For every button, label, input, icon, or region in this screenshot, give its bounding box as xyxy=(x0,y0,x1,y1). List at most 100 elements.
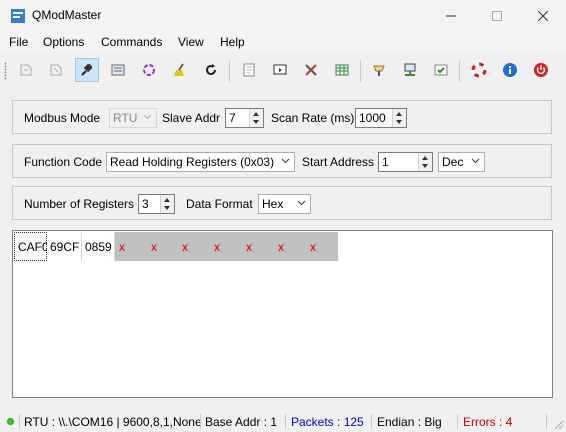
chevron-down-icon xyxy=(281,158,290,164)
data-format-value: Hex xyxy=(262,197,284,211)
function-code-select[interactable]: Read Holding Registers (0x03) xyxy=(106,152,295,172)
window-title: QModMaster xyxy=(32,8,102,22)
empty-register-cell[interactable]: x xyxy=(178,232,210,261)
empty-register-cell[interactable]: x xyxy=(306,232,338,261)
status-separator xyxy=(546,414,547,429)
status-separator xyxy=(457,414,458,429)
data-format-select[interactable]: Hex xyxy=(258,194,311,214)
exit-button[interactable] xyxy=(529,58,553,82)
close-button[interactable] xyxy=(520,0,566,32)
connection-settings-group: Modbus Mode RTU Slave Addr 7 Scan Rate (… xyxy=(12,100,552,134)
chevron-down-icon xyxy=(143,114,152,120)
close-icon xyxy=(538,11,548,21)
status-separator xyxy=(19,414,20,429)
clear-broom-icon xyxy=(174,63,184,76)
connect-icon xyxy=(20,64,32,76)
data-settings-group: Number of Registers 3 Data Format Hex xyxy=(12,186,552,220)
empty-register-cell[interactable]: x xyxy=(274,232,306,261)
function-settings-group: Function Code Read Holding Registers (0x… xyxy=(12,144,552,178)
serial-settings-button[interactable] xyxy=(367,58,391,82)
log-icon xyxy=(243,63,255,77)
log-button[interactable] xyxy=(237,58,261,82)
disconnect-button[interactable] xyxy=(44,58,68,82)
address-format-select[interactable]: Dec xyxy=(438,152,485,172)
slave-addr-spinbox[interactable]: 7 xyxy=(225,108,264,128)
minimize-button[interactable] xyxy=(428,0,474,32)
help-button[interactable] xyxy=(467,58,491,82)
tcp-settings-button[interactable] xyxy=(398,58,422,82)
modbus-mode-value: RTU xyxy=(113,111,138,125)
toolbar-separator xyxy=(459,60,460,82)
status-connection: RTU : \\.\COM16 | 9600,8,1,None xyxy=(24,415,202,429)
status-base-addr: Base Addr : 1 xyxy=(205,415,278,429)
tcp-settings-icon xyxy=(404,63,416,76)
plug-button[interactable] xyxy=(75,58,99,82)
maximize-button[interactable] xyxy=(474,0,520,32)
chevron-down-icon xyxy=(471,158,480,164)
spin-buttons[interactable] xyxy=(418,153,432,171)
settings-icon xyxy=(305,64,317,76)
check-icon xyxy=(434,64,448,76)
register-cell[interactable]: CAF0 xyxy=(14,232,49,261)
check-button[interactable] xyxy=(429,58,453,82)
empty-register-cell[interactable]: x xyxy=(210,232,242,261)
status-errors: Errors : 4 xyxy=(463,415,513,429)
maximize-icon xyxy=(492,11,502,21)
empty-register-cell[interactable]: x xyxy=(147,232,178,261)
scan-rate-spinbox[interactable]: 1000 xyxy=(355,108,407,128)
start-address-label: Start Address xyxy=(302,155,375,169)
tools-button[interactable] xyxy=(268,58,292,82)
status-separator xyxy=(285,414,286,429)
start-address-spinbox[interactable]: 1 xyxy=(378,152,433,172)
clear-button[interactable] xyxy=(168,58,192,82)
chevron-down-icon xyxy=(297,200,306,206)
menu-commands[interactable]: Commands xyxy=(101,35,162,49)
toolbar-grip[interactable] xyxy=(4,62,7,80)
disconnect-icon xyxy=(50,64,62,76)
minimize-icon xyxy=(446,15,456,17)
register-cell[interactable]: 0859 xyxy=(82,232,115,261)
about-button[interactable] xyxy=(498,58,522,82)
status-bar: RTU : \\.\COM16 | 9600,8,1,None Base Add… xyxy=(0,410,566,432)
spin-buttons[interactable] xyxy=(160,195,174,213)
menu-view[interactable]: View xyxy=(178,35,204,49)
menu-options[interactable]: Options xyxy=(43,35,84,49)
settings-button[interactable] xyxy=(299,58,323,82)
slave-addr-label: Slave Addr xyxy=(162,111,221,125)
num-registers-spinbox[interactable]: 3 xyxy=(138,194,175,214)
num-registers-value: 3 xyxy=(142,197,149,211)
slave-addr-value: 7 xyxy=(229,111,236,125)
modbus-mode-label: Modbus Mode xyxy=(24,111,101,125)
plug-icon xyxy=(81,63,93,76)
start-address-value: 1 xyxy=(382,155,389,169)
resize-grip-icon[interactable] xyxy=(554,420,564,430)
loop-button[interactable] xyxy=(137,58,161,82)
tools-icon xyxy=(273,64,287,75)
status-packets: Packets : 125 xyxy=(291,415,364,429)
title-bar: QModMaster xyxy=(0,0,566,32)
table-icon xyxy=(335,64,349,76)
about-info-icon xyxy=(503,63,517,77)
reset-icon xyxy=(206,64,216,75)
bus-monitor-icon xyxy=(111,64,125,76)
spin-buttons[interactable] xyxy=(249,109,263,127)
toolbar-separator xyxy=(229,60,230,82)
reset-button[interactable] xyxy=(199,58,223,82)
status-separator xyxy=(371,414,372,429)
help-lifebuoy-icon xyxy=(471,62,487,78)
menu-help[interactable]: Help xyxy=(220,35,245,49)
register-cell[interactable]: 69CF xyxy=(47,232,82,261)
connect-button[interactable] xyxy=(14,58,38,82)
modbus-mode-select[interactable]: RTU xyxy=(109,108,157,128)
status-separator xyxy=(200,414,201,429)
scan-rate-value: 1000 xyxy=(359,111,386,125)
exit-icon xyxy=(534,63,548,77)
spin-buttons[interactable] xyxy=(392,109,406,127)
menu-file[interactable]: File xyxy=(9,35,28,49)
empty-register-cell[interactable]: x xyxy=(115,232,147,261)
table-button[interactable] xyxy=(330,58,354,82)
registers-table[interactable]: CAF0 69CF 0859 x x x x x x x xyxy=(12,230,553,398)
bus-monitor-button[interactable] xyxy=(106,58,130,82)
data-format-label: Data Format xyxy=(186,197,253,211)
empty-register-cell[interactable]: x xyxy=(242,232,274,261)
